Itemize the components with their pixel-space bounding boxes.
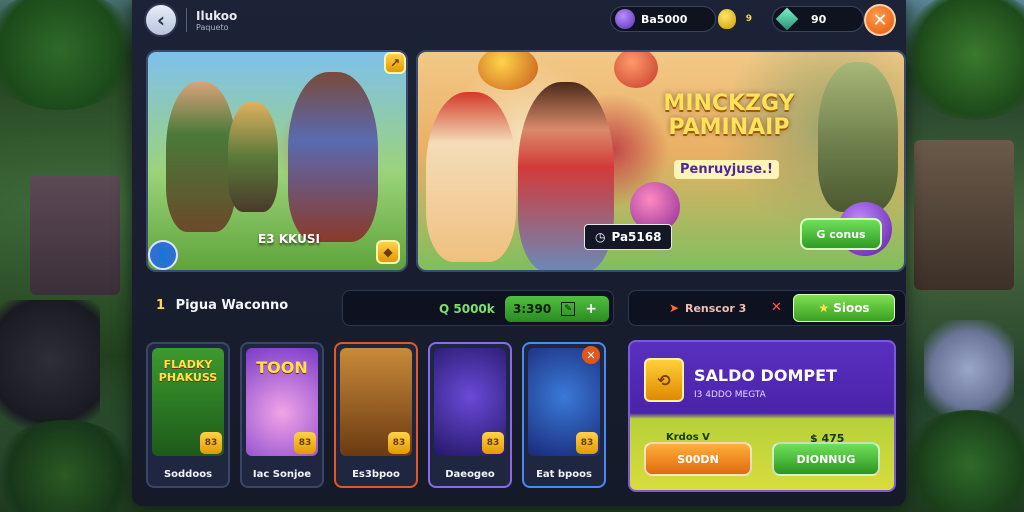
rewards-arrow-icon: ➤: [669, 301, 680, 315]
game-tile-badge-icon: 83: [200, 432, 222, 454]
plus-icon[interactable]: +: [585, 301, 597, 317]
wallet-withdraw-button[interactable]: S00DN: [644, 442, 752, 476]
game-tile[interactable]: FLADKY PHAKUSS 83 Soddoos: [146, 342, 230, 488]
rewards-button[interactable]: ★ Sioos: [793, 294, 895, 322]
village-figures: [818, 62, 898, 212]
bush-bottom-right: [900, 410, 1024, 512]
coin-balance-value: Ba5000: [641, 12, 688, 26]
coin-icon: [615, 9, 635, 29]
wallet-title: SALDO DOMPET: [694, 366, 837, 385]
gold-count: 9: [745, 14, 752, 24]
back-button[interactable]: ‹: [144, 3, 178, 37]
clock-icon: ◷: [595, 230, 606, 244]
background-house-left: [30, 175, 120, 295]
banner-user-button[interactable]: 👤: [148, 240, 178, 270]
wallet-icon: ⟲: [644, 358, 684, 402]
game-tile-badge-icon: 83: [294, 432, 316, 454]
game-tile-badge-icon: 83: [482, 432, 504, 454]
gem-icon: [775, 7, 799, 31]
promo-cta-button[interactable]: G conus: [800, 218, 882, 250]
hero-banner-right[interactable]: MINCKZGY PAMINAIP Penruyjuse.! ◷ Pa5168 …: [416, 50, 906, 272]
promo-chip-value: Pa5168: [611, 230, 662, 244]
filter-pill-text: Q 5000k: [439, 302, 495, 316]
filter-label-text: Pigua Waconno: [175, 298, 289, 313]
close-icon: ✕: [872, 9, 888, 31]
game-tile-label: Soddoos: [163, 469, 213, 480]
game-tile-label: Daeogeo: [445, 469, 495, 480]
star-icon: ★: [818, 301, 830, 315]
game-tile[interactable]: 83 Daeogeo: [428, 342, 512, 488]
app-title: Ilukoo: [196, 9, 238, 23]
filter-value-box[interactable]: 3:390 ✎ +: [505, 296, 609, 322]
hero-banner-left[interactable]: ↗ ◆ E3 KKUSI 👤: [146, 50, 408, 272]
coin-balance[interactable]: Ba5000: [610, 6, 716, 32]
filter-label: 1 Pigua Waconno: [156, 298, 288, 313]
user-icon: 👤: [154, 247, 172, 263]
gem-balance[interactable]: 90: [772, 6, 864, 32]
game-tile-label: Eat bpoos: [536, 469, 592, 480]
game-tile-badge-icon: 83: [388, 432, 410, 454]
background-house-right: [914, 140, 1014, 290]
balloon-icon: [478, 52, 538, 90]
rewards-button-label: Sioos: [833, 301, 870, 315]
gold-balance[interactable]: 9: [718, 6, 752, 32]
filter-pill[interactable]: Q 5000k 3:390 ✎ +: [342, 290, 614, 326]
game-tile-label: Iac Sonjoe: [252, 469, 312, 480]
filter-value: 3:390: [513, 302, 552, 316]
gem-balance-value: 90: [811, 12, 827, 26]
wallet-subtitle: I3 4DDO MEGTA: [694, 390, 766, 400]
edit-icon[interactable]: ✎: [561, 302, 576, 316]
game-tile[interactable]: 83 Es3bpoo: [334, 342, 418, 488]
top-bar: ‹ Ilukoo Paqueto Ba5000 9 90 ✕: [132, 0, 906, 42]
palm-tree-right: [900, 0, 1024, 120]
palm-tree-left: [0, 0, 140, 110]
rewards-text: Renscor 3: [685, 302, 747, 315]
game-tile[interactable]: ✕ 83 Eat bpoos: [522, 342, 606, 488]
filter-bar: 1 Pigua Waconno Q 5000k 3:390 ✎ + ➤ Rens…: [146, 286, 906, 330]
promo-subtitle: Penruyjuse.!: [674, 160, 779, 179]
rewards-close-icon[interactable]: ✕: [771, 300, 782, 315]
game-tile-badge-icon: 83: [576, 432, 598, 454]
banner-share-icon[interactable]: ↗: [384, 52, 406, 74]
rewards-pill: ➤ Renscor 3 ✕ ★ Sioos: [628, 290, 906, 326]
game-tile[interactable]: TOON 83 Iac Sonjoe: [240, 342, 324, 488]
game-tiles: FLADKY PHAKUSS 83 Soddoos TOON 83 Iac So…: [146, 342, 616, 488]
close-button[interactable]: ✕: [864, 4, 896, 36]
promo-price-chip: ◷ Pa5168: [584, 224, 673, 250]
gold-drop-icon: [718, 9, 736, 29]
wallet-card: ⟲ SALDO DOMPET I3 4DDO MEGTA Krdos V $ 4…: [628, 340, 896, 492]
game-tile-art-text: FLADKY PHAKUSS: [158, 358, 218, 384]
hero-character-warrior: [288, 72, 378, 242]
hero-character-knight: [228, 102, 278, 212]
app-subtitle: Paqueto: [196, 23, 229, 32]
game-lobby-panel: ‹ Ilukoo Paqueto Ba5000 9 90 ✕ ↗ ◆ E3 KK…: [132, 0, 906, 506]
bush-bottom-left: [0, 420, 140, 512]
hot-air-balloon-icon: [614, 52, 658, 88]
banner-left-tag: E3 KKUSI: [258, 232, 320, 246]
wallet-deposit-button[interactable]: DIONNUG: [772, 442, 880, 476]
game-tile-label: Es3bpoo: [352, 469, 400, 480]
filter-number: 1: [156, 298, 166, 313]
banner-badge-icon: ◆: [376, 240, 400, 264]
mascot-character: [426, 92, 516, 262]
hero-character-archer: [166, 82, 236, 232]
back-arrow-icon: ‹: [156, 8, 166, 32]
promo-title: MINCKZGY PAMINAIP: [663, 91, 795, 141]
game-tile-art-text: TOON: [256, 358, 308, 377]
topbar-divider: [186, 8, 187, 32]
tile-close-icon[interactable]: ✕: [582, 346, 600, 364]
